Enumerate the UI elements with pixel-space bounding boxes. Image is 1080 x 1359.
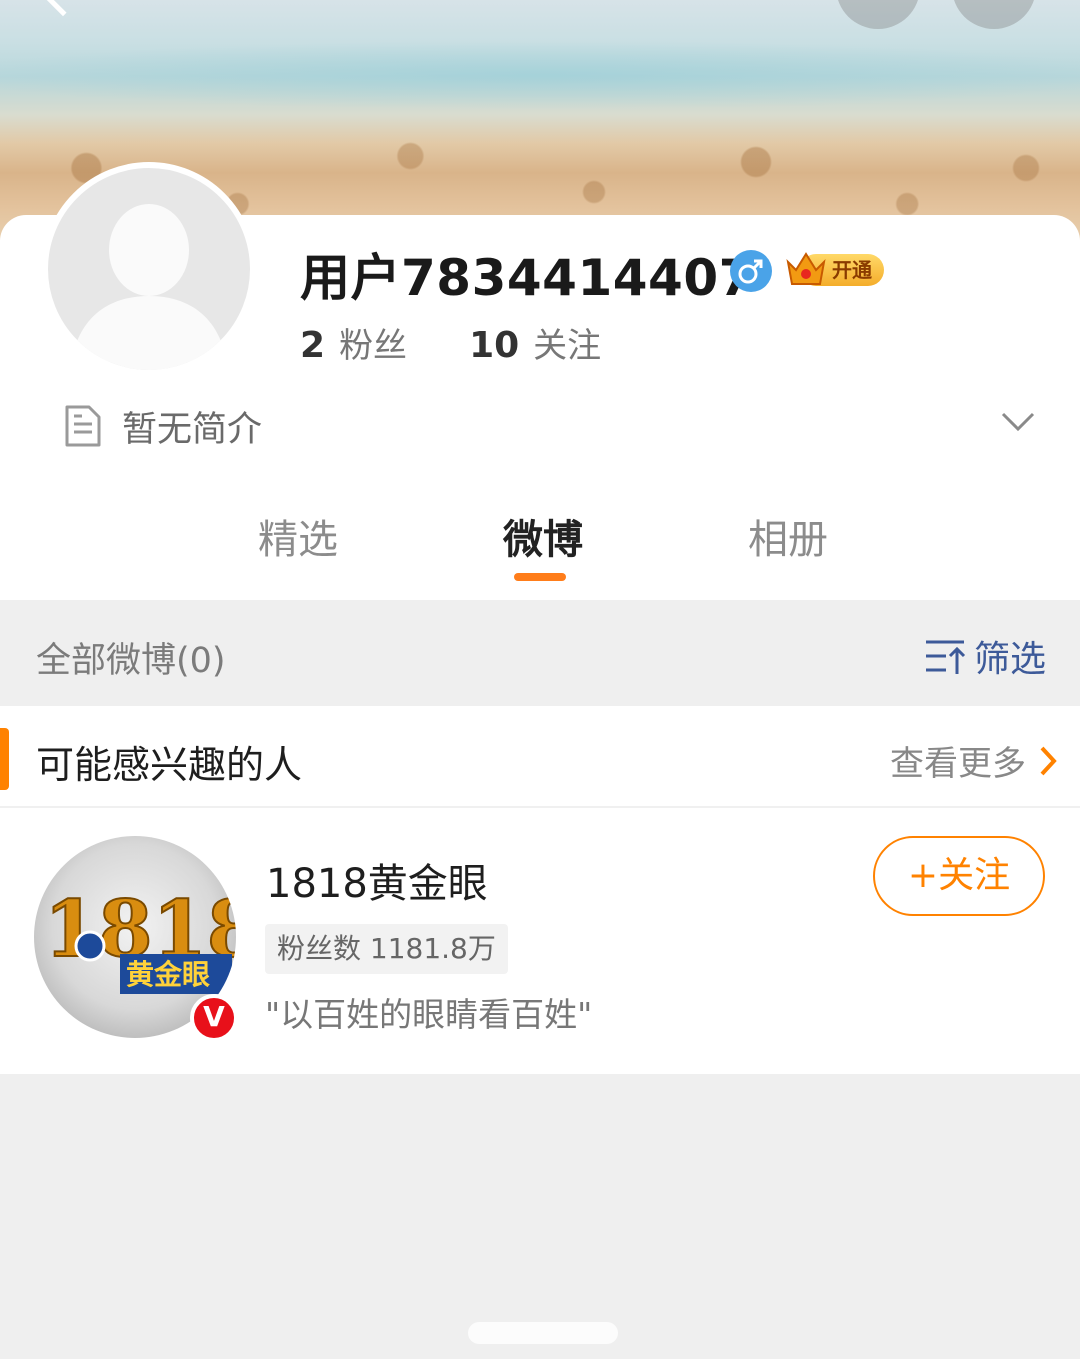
chevron-right-icon xyxy=(1040,746,1057,775)
filter-label: 筛选 xyxy=(973,639,1046,680)
avatar[interactable] xyxy=(42,162,256,376)
follow-button[interactable]: +关注 xyxy=(873,836,1045,916)
bio-row[interactable]: 暂无简介 xyxy=(64,398,1044,454)
followers-count: 2 xyxy=(300,325,326,366)
following-stat[interactable]: 10 关注 xyxy=(469,318,601,367)
default-avatar-icon xyxy=(70,204,228,370)
recommended-user-description: "以百姓的眼睛看百姓" xyxy=(265,995,593,1034)
chevron-down-icon[interactable] xyxy=(1000,410,1036,434)
recommendations-title: 可能感兴趣的人 xyxy=(36,743,303,787)
followers-stat[interactable]: 2 粉丝 xyxy=(300,318,407,367)
tab-featured[interactable]: 精选 xyxy=(258,507,338,565)
verified-badge: V xyxy=(190,994,238,1042)
view-more-link[interactable]: 查看更多 xyxy=(890,736,1058,785)
filter-icon xyxy=(925,640,966,674)
home-indicator xyxy=(468,1322,618,1344)
crown-icon xyxy=(786,252,826,285)
divider xyxy=(0,806,1080,808)
bio-text: 暂无简介 xyxy=(122,409,263,450)
followers-label: 粉丝 xyxy=(339,326,408,366)
view-more-label: 查看更多 xyxy=(890,744,1026,784)
recommended-user-name[interactable]: 1818黄金眼 xyxy=(266,851,488,909)
recommendations-section: 可能感兴趣的人 查看更多 1818 黄金眼 V 1818黄金眼 粉丝数 1181… xyxy=(0,706,1080,1074)
profile-tabs: 精选 微博 相册 xyxy=(0,495,1080,595)
all-weibo-count: 全部微博(0) xyxy=(36,641,226,681)
filter-button[interactable]: 筛选 xyxy=(924,630,1046,682)
following-count: 10 xyxy=(469,325,520,366)
tab-weibo[interactable]: 微博 xyxy=(503,507,583,565)
vip-open-badge[interactable]: 开通 xyxy=(784,248,884,288)
logo-text: 黄金眼 xyxy=(126,958,210,991)
section-accent-bar xyxy=(0,728,9,790)
filter-bar: 全部微博(0) 筛选 xyxy=(0,600,1080,706)
fans-count-tag: 粉丝数 1181.8万 xyxy=(265,924,508,974)
active-tab-indicator xyxy=(514,573,566,581)
username: 用户7834414407 xyxy=(300,249,754,307)
male-icon xyxy=(730,250,772,292)
tab-album[interactable]: 相册 xyxy=(748,507,828,565)
document-icon xyxy=(65,405,101,447)
profile-stats: 2 粉丝 10 关注 xyxy=(300,318,663,367)
following-label: 关注 xyxy=(533,326,602,366)
